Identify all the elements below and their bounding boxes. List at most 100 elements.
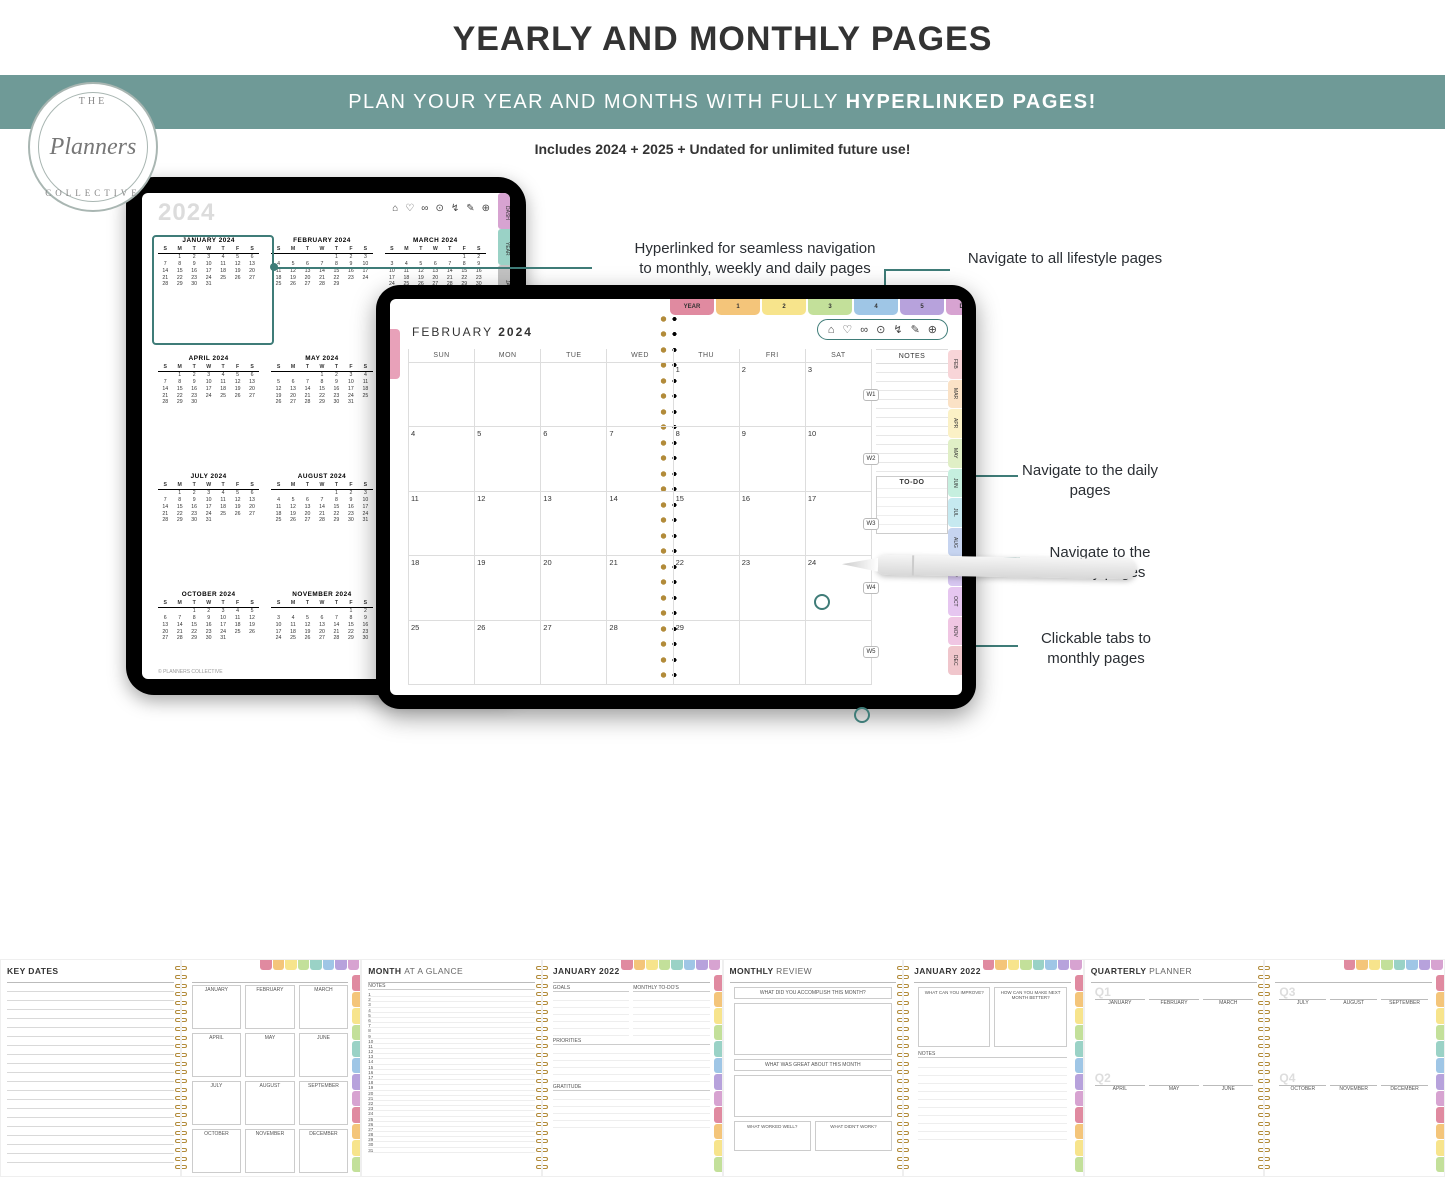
month-tab[interactable]: OCT	[948, 587, 962, 616]
month-day-cell[interactable]: 23	[740, 556, 805, 620]
month-day-cell[interactable]	[541, 363, 606, 427]
month-day-cell[interactable]: 14	[607, 492, 672, 556]
month-day-cell[interactable]: 3W1	[806, 363, 871, 427]
month-day-cell[interactable]: 26	[475, 621, 540, 685]
mini-calendar[interactable]: APRIL 2024SMTWTFS12345678910111213141516…	[156, 353, 261, 463]
month-tab[interactable]: MAR	[948, 380, 962, 409]
month-top-tab[interactable]: 4	[854, 299, 898, 315]
month-top-tab[interactable]: 5	[900, 299, 944, 315]
month-top-tab[interactable]: 1	[716, 299, 760, 315]
month-day-cell[interactable]: 12	[475, 492, 540, 556]
month-tab[interactable]: AUG	[948, 528, 962, 557]
monthly-right-tabs[interactable]: FEBMARAPRMAYJUNJULAUGSEPOCTNOVDEC	[948, 349, 962, 675]
month-day-cell[interactable]: 15	[674, 492, 739, 556]
month-tab[interactable]: APR	[948, 409, 962, 438]
nav-icon[interactable]: ♡	[842, 323, 852, 336]
mini-calendar[interactable]: JULY 2024SMTWTFS123456789101112131415161…	[156, 471, 261, 581]
month-day-cell[interactable]	[475, 363, 540, 427]
month-day-cell[interactable]: W5	[806, 621, 871, 685]
month-day-cell[interactable]: 18	[409, 556, 474, 620]
month-day-cell[interactable]: 10W2	[806, 427, 871, 491]
month-day-cell[interactable]: 16	[740, 492, 805, 556]
month-day-cell[interactable]: 11	[409, 492, 474, 556]
month-day-cell[interactable]: 5	[475, 427, 540, 491]
month-day-cell[interactable]: 28	[607, 621, 672, 685]
todo-item[interactable]	[877, 497, 947, 506]
month-day-cell[interactable]: 9	[740, 427, 805, 491]
month-day-cell[interactable]: 13	[541, 492, 606, 556]
week-badge[interactable]: W3	[863, 518, 879, 530]
nav-icon[interactable]: ⊙	[435, 203, 443, 214]
mini-calendar[interactable]: FEBRUARY 2024SMTWTFS12345678910111213141…	[269, 235, 374, 345]
week-badge[interactable]: W5	[863, 646, 879, 658]
month-day-cell[interactable]: 22	[674, 556, 739, 620]
month-day-cell[interactable]	[409, 363, 474, 427]
mini-cal-title: NOVEMBER 2024	[271, 591, 372, 598]
month-day-cell[interactable]: 21	[607, 556, 672, 620]
monthly-top-tabs[interactable]: YEAR12345DASH	[670, 299, 962, 315]
todo-box[interactable]: TO-DO	[876, 476, 948, 534]
thumbnail-spread[interactable]: MONTHLY REVIEWWHAT DID YOU ACCOMPLISH TH…	[723, 959, 1084, 1177]
month-tab[interactable]: JUN	[948, 469, 962, 498]
month-day-cell[interactable]	[740, 621, 805, 685]
month-day-cell[interactable]: 20	[541, 556, 606, 620]
mini-calendar[interactable]: AUGUST 2024SMTWTFS1234567891011121314151…	[269, 471, 374, 581]
todo-item[interactable]	[877, 515, 947, 524]
mini-calendar[interactable]: JANUARY 2024SMTWTFS123456789101112131415…	[156, 235, 261, 345]
thumbnail-spread[interactable]: QUARTERLY PLANNERQ1JANUARYFEBRUARYMARCHQ…	[1084, 959, 1445, 1177]
monthly-left-tab[interactable]	[390, 329, 400, 379]
mini-calendar[interactable]: NOVEMBER 2024SMTWTFS12345678910111213141…	[269, 589, 374, 679]
month-top-tab[interactable]: 3	[808, 299, 852, 315]
month-day-cell[interactable]: 1	[674, 363, 739, 427]
month-tab[interactable]: DEC	[948, 646, 962, 675]
todo-item[interactable]	[877, 488, 947, 497]
month-day-cell[interactable]: 19	[475, 556, 540, 620]
nav-icon[interactable]: ∞	[860, 324, 868, 336]
week-badge[interactable]: W2	[863, 453, 879, 465]
month-day-cell[interactable]: 17W3	[806, 492, 871, 556]
thumbnail-left-page: QUARTERLY PLANNERQ1JANUARYFEBRUARYMARCHQ…	[1084, 959, 1265, 1177]
month-day-cell[interactable]: 27	[541, 621, 606, 685]
month-day-cell[interactable]: 7	[607, 427, 672, 491]
month-day-cell[interactable]: 8	[674, 427, 739, 491]
monthly-calendar-grid[interactable]: SUN4111825MON5121926TUE6132027WED7142128…	[408, 349, 872, 685]
month-tab[interactable]: JUL	[948, 498, 962, 527]
yearly-nav-icons[interactable]: ⌂ ♡ ∞ ⊙ ↯ ✎ ⊕	[392, 203, 490, 214]
nav-icon[interactable]: ✎	[911, 323, 920, 336]
nav-icon[interactable]: ↯	[451, 203, 459, 214]
month-top-tab[interactable]: DASH	[946, 299, 962, 315]
monthly-nav-icons[interactable]: ⌂ ♡ ∞ ⊙ ↯ ✎ ⊕	[817, 319, 948, 340]
nav-icon[interactable]: ↯	[893, 323, 902, 336]
monthly-notes-column: NOTES TO-DO	[876, 349, 948, 685]
month-tab[interactable]: FEB	[948, 350, 962, 379]
week-badge[interactable]: W4	[863, 582, 879, 594]
yearly-side-tab[interactable]: DASH	[498, 193, 510, 229]
nav-icon[interactable]: ✎	[466, 203, 474, 214]
thumbnail-spread[interactable]: KEY DATESJANUARYFEBRUARYMARCHAPRILMAYJUN…	[0, 959, 361, 1177]
nav-icon[interactable]: ⊕	[482, 203, 490, 214]
nav-icon[interactable]: ⌂	[828, 324, 835, 336]
month-day-cell[interactable]: 6	[541, 427, 606, 491]
nav-icon[interactable]: ∞	[421, 203, 428, 214]
month-tab[interactable]: NOV	[948, 617, 962, 646]
week-badge[interactable]: W1	[863, 389, 879, 401]
month-day-cell[interactable]: 4	[409, 427, 474, 491]
month-day-cell[interactable]	[607, 363, 672, 427]
todo-item[interactable]	[877, 506, 947, 515]
mini-calendar[interactable]: MAY 2024SMTWTFS1234567891011121314151617…	[269, 353, 374, 463]
nav-icon[interactable]: ♡	[405, 203, 414, 214]
thumbnail-spread[interactable]: MONTH AT A GLANCENOTES123456789101112131…	[361, 959, 722, 1177]
yearly-side-tab[interactable]: YEAR	[498, 229, 510, 265]
month-day-cell[interactable]: 25	[409, 621, 474, 685]
month-top-tab[interactable]: 2	[762, 299, 806, 315]
month-tab[interactable]: MAY	[948, 439, 962, 468]
mini-calendar[interactable]: OCTOBER 2024SMTWTFS123456789101112131415…	[156, 589, 261, 679]
todo-item[interactable]	[877, 524, 947, 533]
month-day-cell[interactable]: 29	[674, 621, 739, 685]
nav-icon[interactable]: ⊙	[876, 323, 885, 336]
month-day-cell[interactable]: 2	[740, 363, 805, 427]
nav-icon[interactable]: ⌂	[392, 203, 398, 214]
nav-icon[interactable]: ⊕	[928, 323, 937, 336]
notes-lines[interactable]	[876, 364, 948, 472]
month-column: THU18152229	[674, 349, 740, 685]
